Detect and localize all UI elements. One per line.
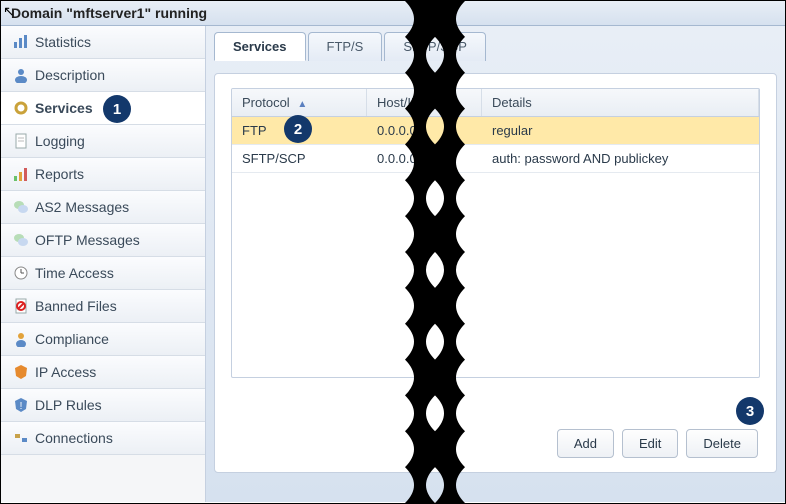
window-title-bar: Domain "mftserver1" running xyxy=(1,1,785,26)
shield-exclaim-icon: ! xyxy=(13,397,29,413)
cancelled-file-icon xyxy=(13,298,29,314)
badge-icon xyxy=(13,331,29,347)
sidebar-label: Services xyxy=(35,100,93,116)
bar-chart-icon xyxy=(13,166,29,182)
col-label: Details xyxy=(492,95,532,110)
message-bubbles-icon xyxy=(13,199,29,215)
chart-bar-icon xyxy=(13,34,29,50)
column-header-details[interactable]: Details xyxy=(482,89,759,116)
table-row[interactable]: SFTP/SCP 0.0.0.0 auth: password AND publ… xyxy=(232,145,759,173)
services-grid: Protocol ▲ Host/IP Details FTP 0.0.0.0 r… xyxy=(231,88,760,378)
sidebar-label: Compliance xyxy=(35,331,109,347)
sidebar-label: Logging xyxy=(35,133,85,149)
callout-badge-3: 3 xyxy=(736,397,764,425)
sidebar-label: AS2 Messages xyxy=(35,199,129,215)
cell-protocol: SFTP/SCP xyxy=(232,145,367,172)
sort-asc-icon: ▲ xyxy=(297,99,307,110)
sidebar-item-services[interactable]: Services 1 xyxy=(1,92,205,125)
cell-host: 0.0.0.0 xyxy=(367,145,482,172)
column-header-host[interactable]: Host/IP xyxy=(367,89,482,116)
sidebar-item-compliance[interactable]: Compliance xyxy=(1,323,205,356)
delete-button[interactable]: Delete xyxy=(686,429,758,458)
gear-icon xyxy=(13,100,29,116)
cell-details: regular xyxy=(482,117,759,144)
svg-text:!: ! xyxy=(20,401,23,412)
callout-badge-2: 2 xyxy=(284,115,312,143)
cell-host: 0.0.0.0 xyxy=(367,117,482,144)
sidebar-item-banned-files[interactable]: Banned Files xyxy=(1,290,205,323)
mouse-cursor-icon: ↖ xyxy=(3,3,15,20)
sidebar-label: DLP Rules xyxy=(35,397,102,413)
sidebar-item-logging[interactable]: Logging xyxy=(1,125,205,158)
sidebar-item-statistics[interactable]: Statistics xyxy=(1,26,205,59)
sidebar-item-description[interactable]: Description xyxy=(1,59,205,92)
sidebar-item-reports[interactable]: Reports xyxy=(1,158,205,191)
plugs-icon xyxy=(13,430,29,446)
shield-icon xyxy=(13,364,29,380)
sidebar-label: Reports xyxy=(35,166,84,182)
person-icon xyxy=(13,67,29,83)
message-bubbles-icon xyxy=(13,232,29,248)
sidebar-label: Banned Files xyxy=(35,298,117,314)
sidebar-label: Statistics xyxy=(35,34,91,50)
sidebar-item-dlp-rules[interactable]: ! DLP Rules xyxy=(1,389,205,422)
callout-badge-1: 1 xyxy=(103,95,131,123)
tab-sftpscp[interactable]: SFTP/SCP xyxy=(384,32,486,61)
sidebar: Statistics Description Services 1 Loggin… xyxy=(1,26,206,502)
services-panel: Protocol ▲ Host/IP Details FTP 0.0.0.0 r… xyxy=(214,73,777,473)
sidebar-item-ip-access[interactable]: IP Access xyxy=(1,356,205,389)
tab-bar: Services FTP/S SFTP/SCP xyxy=(214,32,777,61)
grid-header-row: Protocol ▲ Host/IP Details xyxy=(232,89,759,117)
main-container: Statistics Description Services 1 Loggin… xyxy=(1,26,785,502)
sidebar-label: IP Access xyxy=(35,364,96,380)
cell-details: auth: password AND publickey xyxy=(482,145,759,172)
main-area: Services FTP/S SFTP/SCP Protocol ▲ Host/… xyxy=(206,26,785,502)
col-label: Protocol xyxy=(242,95,290,110)
clock-icon xyxy=(13,265,29,281)
table-row[interactable]: FTP 0.0.0.0 regular 2 xyxy=(232,117,759,145)
edit-button[interactable]: Edit xyxy=(622,429,678,458)
sidebar-label: Connections xyxy=(35,430,113,446)
add-button[interactable]: Add xyxy=(557,429,614,458)
sidebar-label: Description xyxy=(35,67,105,83)
sidebar-item-time-access[interactable]: Time Access xyxy=(1,257,205,290)
column-header-protocol[interactable]: Protocol ▲ xyxy=(232,89,367,116)
button-bar: Add Edit Delete 3 xyxy=(557,429,758,458)
col-label: Host/IP xyxy=(377,95,420,110)
window-title: Domain "mftserver1" running xyxy=(11,5,207,21)
tab-services[interactable]: Services xyxy=(214,32,306,61)
sidebar-label: OFTP Messages xyxy=(35,232,140,248)
sidebar-item-connections[interactable]: Connections xyxy=(1,422,205,455)
sidebar-label: Time Access xyxy=(35,265,114,281)
tab-ftps[interactable]: FTP/S xyxy=(308,32,383,61)
document-icon xyxy=(13,133,29,149)
sidebar-item-as2[interactable]: AS2 Messages xyxy=(1,191,205,224)
sidebar-item-oftp[interactable]: OFTP Messages xyxy=(1,224,205,257)
